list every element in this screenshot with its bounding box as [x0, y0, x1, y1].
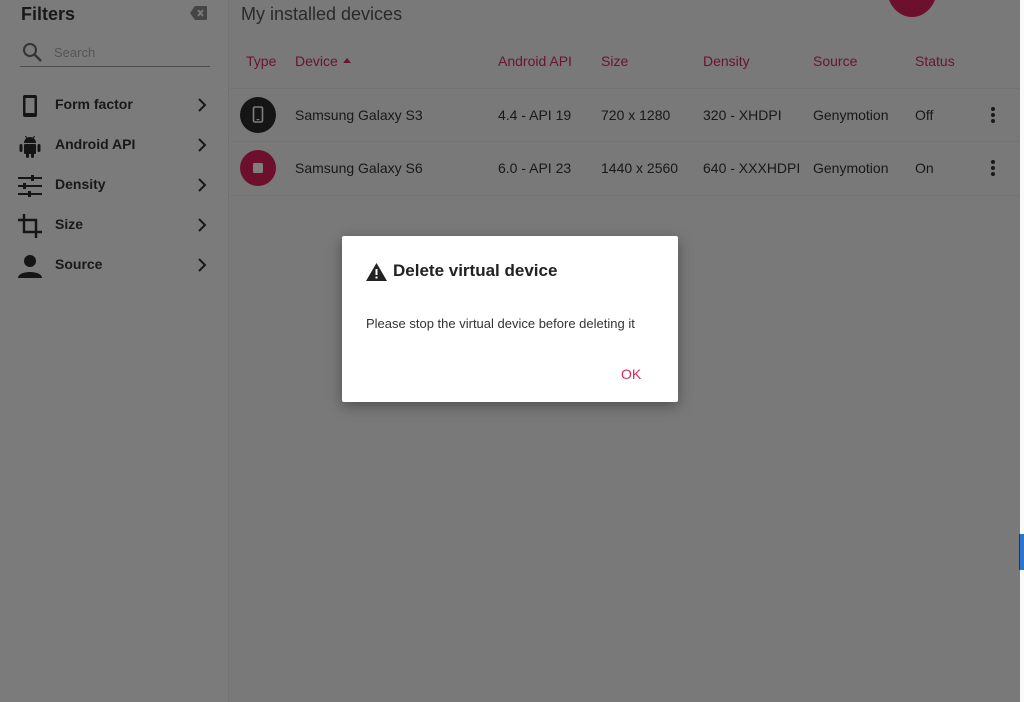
delete-device-dialog: Delete virtual device Please stop the vi…	[342, 236, 678, 402]
window-edge	[1020, 0, 1024, 702]
warning-icon	[365, 262, 388, 282]
dialog-message: Please stop the virtual device before de…	[366, 316, 635, 331]
ok-button[interactable]: OK	[621, 366, 641, 382]
dialog-title: Delete virtual device	[393, 261, 558, 280]
